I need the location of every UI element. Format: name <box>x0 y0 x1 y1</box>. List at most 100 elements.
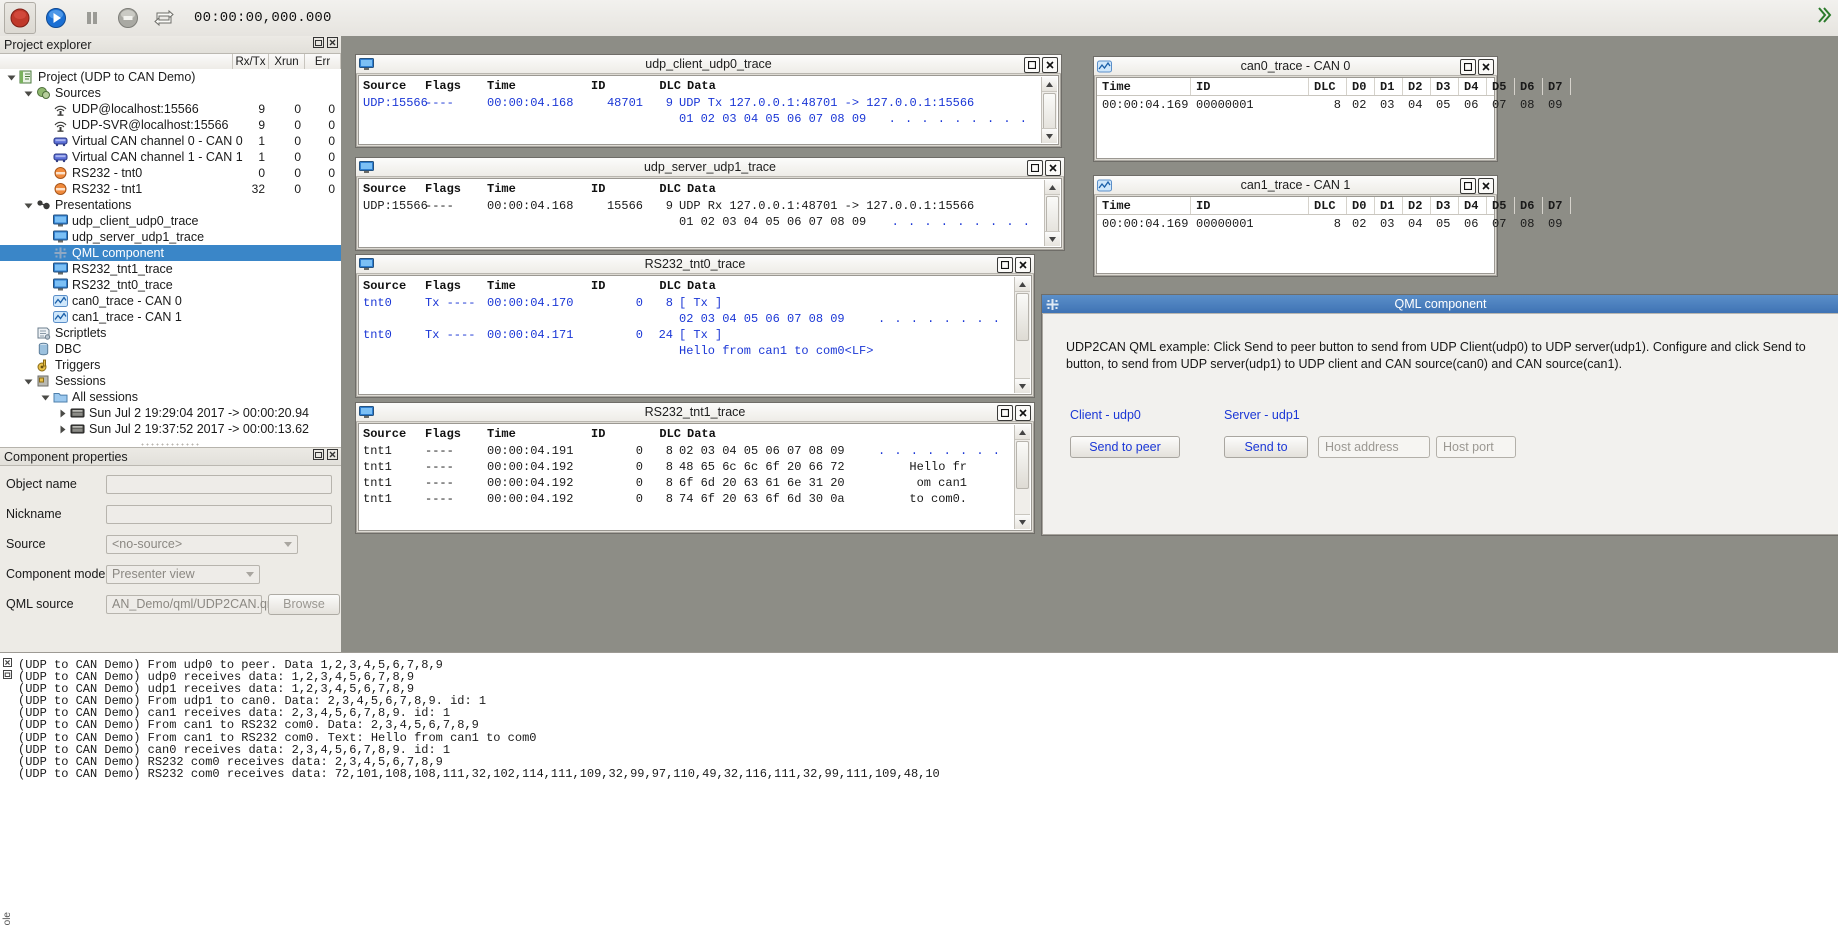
twisty-down-icon[interactable] <box>23 200 34 211</box>
tree-item[interactable]: Triggers <box>0 357 341 373</box>
tree-item[interactable]: udp_client_udp0_trace <box>0 213 341 229</box>
can-column-d2[interactable]: D2 <box>1403 78 1431 95</box>
tree-item[interactable]: Scriptlets <box>0 325 341 341</box>
twisty-right-icon[interactable] <box>57 424 68 435</box>
window-udp-server-trace[interactable]: udp_server_udp1_trace Source Flags Time ID D… <box>355 157 1065 251</box>
send-to-button[interactable]: Send to <box>1224 436 1308 458</box>
tree-item[interactable]: RS232_tnt0_trace <box>0 277 341 293</box>
can-column-d4[interactable]: D4 <box>1459 197 1487 214</box>
scroll-down-button[interactable] <box>1015 378 1030 393</box>
property-select[interactable]: Presenter view <box>106 564 260 584</box>
trace-row[interactable]: tnt0 Tx ---- 00:00:04.170 0 8 [ Tx ] <box>359 295 1031 311</box>
tree-item[interactable]: Sun Jul 2 19:37:52 2017 -> 00:00:13.62 <box>0 421 341 437</box>
window-can1-trace[interactable]: can1_trace - CAN 1 Time ID DLC D0 D1 D2 D3 D4 D5… <box>1093 175 1571 277</box>
close-icon[interactable] <box>3 658 12 667</box>
column-err[interactable]: Err <box>305 54 341 69</box>
pause-button[interactable] <box>76 2 108 34</box>
can-table[interactable]: Time ID DLC D0 D1 D2 D3 D4 D5 D6 D7 00:00:04.169 000… <box>1096 196 1571 274</box>
stop-button[interactable] <box>112 2 144 34</box>
can-table[interactable]: Time ID DLC D0 D1 D2 D3 D4 D5 D6 D7 00:00:04.169 000… <box>1096 77 1571 159</box>
tree-item[interactable]: RS232 - tnt1 32 0 0 <box>0 181 341 197</box>
close-button[interactable] <box>1478 178 1494 194</box>
maximize-button[interactable] <box>997 405 1013 421</box>
property-input[interactable] <box>106 504 332 524</box>
can-column-d5[interactable]: D5 <box>1487 197 1515 214</box>
trace-row[interactable]: 02 03 04 05 06 07 08 09. . . . . . . . <box>359 311 1031 327</box>
close-button[interactable] <box>1042 57 1058 73</box>
trace-row[interactable]: tnt1 ---- 00:00:04.192 0 8 48 65 6c 6c 6f 20 … <box>359 459 1031 475</box>
log-output-pane[interactable]: ole (UDP to CAN Demo) From udp0 to peer.… <box>0 652 1838 929</box>
window-titlebar[interactable]: can1_trace - CAN 1 <box>1094 176 1497 195</box>
can-column-d0[interactable]: D0 <box>1347 197 1375 214</box>
scroll-down-button[interactable] <box>1015 514 1030 529</box>
scroll-down-button[interactable] <box>1045 231 1060 246</box>
maximize-button[interactable] <box>1027 160 1043 176</box>
window-qml-component[interactable]: QML component UDP2CAN QML example: Click… <box>1041 294 1838 536</box>
close-icon[interactable] <box>327 37 338 48</box>
close-button[interactable] <box>1015 405 1031 421</box>
tree-item[interactable]: RS232 - tnt0 0 0 0 <box>0 165 341 181</box>
trace-row[interactable]: tnt0 Tx ---- 00:00:04.171 0 24 [ Tx ] <box>359 327 1031 343</box>
window-can0-trace[interactable]: can0_trace - CAN 0 Time ID DLC D0 D1 D2 D3 D4 D5… <box>1093 56 1571 162</box>
tree-item[interactable]: All sessions <box>0 389 341 405</box>
tree-item[interactable]: can1_trace - CAN 1 <box>0 309 341 325</box>
scroll-thumb[interactable] <box>1016 293 1029 341</box>
twisty-down-icon[interactable] <box>23 88 34 99</box>
window-titlebar[interactable]: QML component <box>1042 295 1838 314</box>
can-column-d3[interactable]: D3 <box>1431 197 1459 214</box>
tree-item[interactable]: Sessions <box>0 373 341 389</box>
column-rxtx[interactable]: Rx/Tx <box>233 54 269 69</box>
can-column-time[interactable]: Time <box>1097 78 1191 95</box>
scroll-up-button[interactable] <box>1045 180 1060 195</box>
trace-row[interactable]: 01 02 03 04 05 06 07 08 09. . . . . . . … <box>359 214 1061 230</box>
can-column-d7[interactable]: D7 <box>1543 197 1571 214</box>
twisty-down-icon[interactable] <box>6 72 17 83</box>
host-address-input[interactable]: Host address <box>1318 436 1430 458</box>
tree-item[interactable]: udp_server_udp1_trace <box>0 229 341 245</box>
maximize-button[interactable] <box>1460 178 1476 194</box>
play-button[interactable] <box>40 2 72 34</box>
window-titlebar[interactable]: RS232_tnt1_trace <box>356 403 1034 422</box>
trace-row[interactable]: tnt1 ---- 00:00:04.192 0 8 74 6f 20 63 6f 6d … <box>359 491 1031 507</box>
can-column-id[interactable]: ID <box>1191 197 1309 214</box>
property-select[interactable]: <no-source> <box>106 534 298 554</box>
close-icon[interactable] <box>327 449 338 460</box>
trace-row[interactable]: tnt1 ---- 00:00:04.191 0 8 02 03 04 05 06 07 … <box>359 443 1031 459</box>
property-input[interactable] <box>106 474 332 494</box>
can-column-d6[interactable]: D6 <box>1515 78 1543 95</box>
vertical-scrollbar[interactable] <box>1041 77 1057 143</box>
close-button[interactable] <box>1478 59 1494 75</box>
maximize-button[interactable] <box>1460 59 1476 75</box>
tree-item[interactable]: Sources <box>0 85 341 101</box>
vertical-scrollbar[interactable] <box>1014 277 1030 393</box>
window-titlebar[interactable]: can0_trace - CAN 0 <box>1094 57 1497 76</box>
undock-icon[interactable] <box>313 37 324 48</box>
trace-table[interactable]: Source Flags Time ID DLC Data UDP:15566 ---- 00:… <box>358 178 1062 248</box>
can-column-d4[interactable]: D4 <box>1459 78 1487 95</box>
trace-table[interactable]: Source Flags Time ID DLC Data tnt0 Tx ---- 00:00… <box>358 275 1032 395</box>
tree-item[interactable]: Virtual CAN channel 1 - CAN 1 1 0 0 <box>0 149 341 165</box>
log-tab-label[interactable]: ole <box>2 912 13 925</box>
can-column-d5[interactable]: D5 <box>1487 78 1515 95</box>
twisty-down-icon[interactable] <box>40 392 51 403</box>
tree-item[interactable]: UDP-SVR@localhost:15566 9 0 0 <box>0 117 341 133</box>
host-port-input[interactable]: Host port <box>1436 436 1516 458</box>
tree-item[interactable]: can0_trace - CAN 0 <box>0 293 341 309</box>
tree-item[interactable]: QML component <box>0 245 341 261</box>
twisty-down-icon[interactable] <box>23 376 34 387</box>
maximize-button[interactable] <box>1024 57 1040 73</box>
can-column-d2[interactable]: D2 <box>1403 197 1431 214</box>
browse-button[interactable]: Browse <box>268 593 340 615</box>
window-rs232-tnt0-trace[interactable]: RS232_tnt0_trace Source Flags Time ID DLC Dat… <box>355 254 1035 398</box>
scroll-down-button[interactable] <box>1042 128 1057 143</box>
window-titlebar[interactable]: RS232_tnt0_trace <box>356 255 1034 274</box>
can-column-d1[interactable]: D1 <box>1375 78 1403 95</box>
tree-item[interactable]: Sun Jul 2 19:29:04 2017 -> 00:00:20.94 <box>0 405 341 421</box>
can-column-dlc[interactable]: DLC <box>1309 78 1347 95</box>
window-titlebar[interactable]: udp_server_udp1_trace <box>356 158 1064 177</box>
qml-source-input[interactable]: AN_Demo/qml/UDP2CAN.qml <box>106 594 280 614</box>
twisty-right-icon[interactable] <box>57 408 68 419</box>
undock-icon[interactable] <box>313 449 324 460</box>
tree-item[interactable]: Presentations <box>0 197 341 213</box>
project-tree[interactable]: Project (UDP to CAN Demo) Sources UDP@loca… <box>0 69 341 447</box>
